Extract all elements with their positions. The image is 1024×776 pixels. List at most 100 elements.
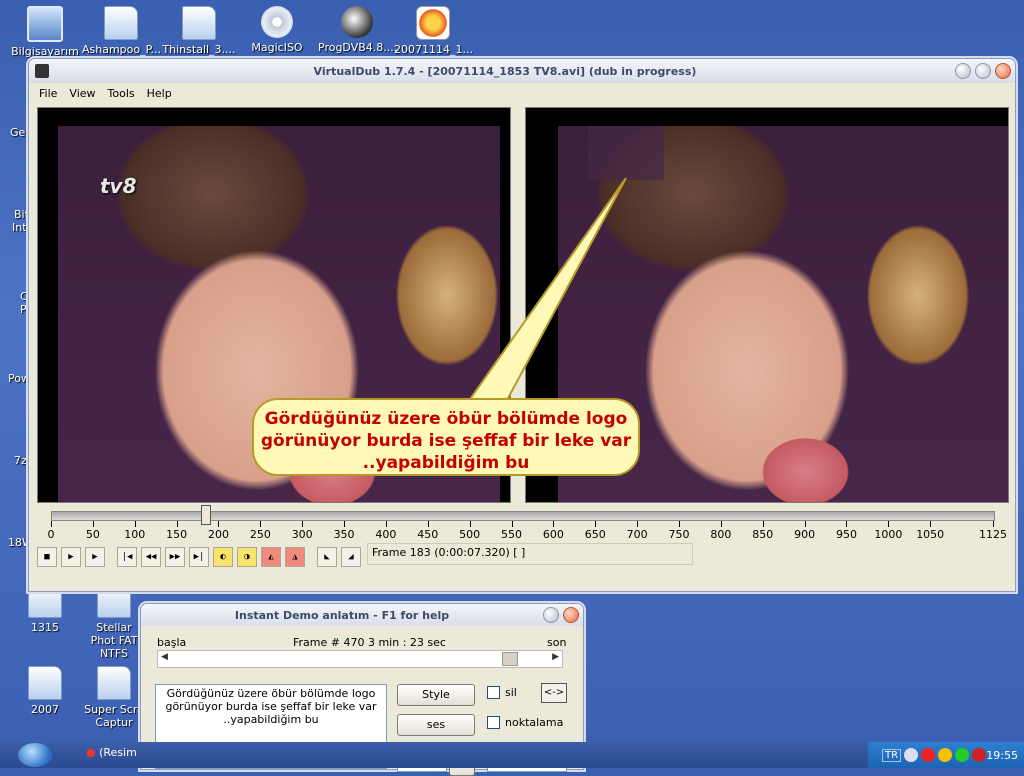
start-button[interactable] bbox=[18, 743, 52, 767]
style-button[interactable]: Style bbox=[397, 684, 475, 706]
scroll-right-icon[interactable]: ▶ bbox=[552, 652, 559, 662]
next-keyframe-button[interactable]: ◑ bbox=[237, 547, 257, 567]
play-output-button[interactable]: ▶ bbox=[85, 547, 105, 567]
ses-button[interactable]: ses bbox=[397, 714, 475, 736]
virtualdub-app-icon[interactable] bbox=[35, 64, 49, 78]
demo-minimize-button[interactable] bbox=[543, 607, 559, 623]
callout-line: görünüyor burda ise şeffaf bir leke var bbox=[260, 431, 632, 451]
go-start-button[interactable]: |◀ bbox=[117, 547, 137, 567]
desktop-icon-label: MagicISO bbox=[251, 41, 303, 54]
caption-line: görünüyor burda ise şeffaf bir leke var bbox=[165, 700, 377, 713]
desktop-icon-label: Stellar Phot FAT NTFS bbox=[90, 621, 138, 660]
timeline-tick-label: 950 bbox=[835, 528, 857, 541]
sil-checkbox[interactable]: sil bbox=[487, 686, 517, 699]
timeline-tick bbox=[993, 521, 994, 527]
frame-info: Frame # 470 3 min : 23 sec bbox=[293, 636, 446, 649]
desktop-icon-video[interactable]: 20071114_1... bbox=[394, 6, 473, 56]
computer-icon bbox=[27, 6, 63, 42]
desktop-label-truncated[interactable]: Ger bbox=[10, 126, 30, 139]
desktop-icon-thinstall[interactable]: Thinstall_3.... bbox=[160, 6, 238, 56]
demo-close-button[interactable] bbox=[563, 607, 579, 623]
desktop-icon-superscreen[interactable]: Super Scre Captur bbox=[84, 666, 144, 729]
step-back-button[interactable]: ◀◀ bbox=[141, 547, 161, 567]
clock[interactable]: 19:55 bbox=[986, 749, 1018, 762]
timeline-tick-label: 650 bbox=[584, 528, 606, 541]
maximize-button[interactable] bbox=[975, 63, 991, 79]
logo-removal-patch bbox=[588, 126, 664, 180]
menu-tools[interactable]: Tools bbox=[102, 87, 141, 100]
stop-button[interactable]: ■ bbox=[37, 547, 57, 567]
desktop-label-truncated[interactable]: 7z bbox=[14, 454, 27, 467]
annotation-callout: Gördüğünüz üzere öbür bölümde logo görün… bbox=[252, 398, 640, 476]
desktop-icon-ashampoo[interactable]: Ashampoo_P... bbox=[82, 6, 162, 56]
timeline-tick bbox=[176, 521, 178, 527]
document-icon bbox=[104, 6, 138, 40]
desktop-icon-label: 20071114_1... bbox=[394, 43, 473, 56]
checkbox-box[interactable] bbox=[487, 686, 500, 699]
timeline-ruler: 0 50 100 150 200 250 300 350 400 450 500 550 600 650 7… bbox=[48, 521, 1007, 545]
end-label: son bbox=[547, 636, 567, 649]
scroll-left-icon[interactable]: ◀ bbox=[161, 652, 168, 662]
minimize-button[interactable] bbox=[955, 63, 971, 79]
timeline-tick-label: 700 bbox=[626, 528, 648, 541]
play-input-button[interactable]: ▶ bbox=[61, 547, 81, 567]
prev-scene-button[interactable]: ◭ bbox=[261, 547, 281, 567]
tray-network-icon[interactable] bbox=[955, 748, 970, 762]
language-indicator[interactable]: TR bbox=[882, 748, 902, 762]
menu-file[interactable]: File bbox=[33, 87, 63, 100]
timeline-track[interactable] bbox=[51, 511, 995, 521]
timeline-tick-label: 100 bbox=[124, 528, 146, 541]
timeline-tick-label: 750 bbox=[668, 528, 690, 541]
demo-position-scrollbar[interactable]: ◀ ▶ bbox=[157, 650, 563, 668]
timeline-tick bbox=[92, 521, 94, 527]
desktop-icon-progdvb[interactable]: ProgDVB4.8.... bbox=[318, 6, 397, 54]
go-end-button[interactable]: ▶| bbox=[189, 547, 209, 567]
desktop-label-truncated[interactable]: Pow bbox=[8, 372, 30, 385]
timeline-tick-label: 50 bbox=[85, 528, 100, 541]
desktop-label-truncated[interactable]: C bbox=[20, 290, 28, 303]
demo-scroll-thumb[interactable] bbox=[502, 652, 518, 666]
menu-view[interactable]: View bbox=[63, 87, 101, 100]
timeline-tick-label: 600 bbox=[542, 528, 564, 541]
desktop-icon-stellar[interactable]: Stellar Phot FAT NTFS bbox=[84, 584, 144, 660]
timeline-tick-label: 250 bbox=[249, 528, 271, 541]
desktop-icon-label: Ashampoo_P... bbox=[82, 43, 162, 56]
checkbox-box[interactable] bbox=[487, 716, 500, 729]
timeline-tick bbox=[595, 521, 597, 527]
noktalama-label: noktalama bbox=[505, 716, 564, 729]
timeline-tick bbox=[846, 521, 848, 527]
timeline-tick bbox=[930, 521, 932, 527]
virtualdub-titlebar[interactable]: VirtualDub 1.7.4 - [20071114_1853 TV8.av… bbox=[29, 59, 1015, 83]
next-scene-button[interactable]: ◮ bbox=[285, 547, 305, 567]
close-button[interactable] bbox=[995, 63, 1011, 79]
timeline-tick bbox=[553, 521, 555, 527]
timeline-tick bbox=[302, 521, 304, 527]
swap-button[interactable]: <-> bbox=[541, 683, 567, 703]
prev-keyframe-button[interactable]: ◐ bbox=[213, 547, 233, 567]
timeline-tick bbox=[51, 521, 52, 527]
mark-out-button[interactable]: ◢ bbox=[341, 547, 361, 567]
desktop-icon-label: 1315 bbox=[31, 621, 59, 634]
desktop-icon-magiciso[interactable]: MagicISO bbox=[238, 6, 316, 54]
timeline-tick-label: 150 bbox=[166, 528, 188, 541]
callout-line: ..yapabildiğim bu bbox=[362, 453, 530, 473]
satellite-icon bbox=[341, 6, 373, 38]
desktop-icon-bilgisayarim[interactable]: Bilgisayarım bbox=[6, 6, 84, 58]
caption-line: ..yapabildiğim bu bbox=[223, 713, 319, 726]
desktop-icon-2007[interactable]: 2007 bbox=[6, 666, 84, 716]
timeline-tick bbox=[720, 521, 722, 527]
timeline-tick bbox=[511, 521, 513, 527]
desktop-icon-label: Thinstall_3.... bbox=[162, 43, 236, 56]
mark-in-button[interactable]: ◣ bbox=[317, 547, 337, 567]
noktalama-checkbox[interactable]: noktalama bbox=[487, 716, 563, 729]
tray-stop-icon[interactable] bbox=[921, 748, 936, 762]
tray-app-icon[interactable] bbox=[938, 748, 953, 762]
menu-help[interactable]: Help bbox=[141, 87, 178, 100]
tray-media-icon[interactable] bbox=[972, 748, 987, 762]
taskbar-item[interactable]: ● (Resim bbox=[86, 746, 137, 759]
step-forward-button[interactable]: ▶▶ bbox=[165, 547, 185, 567]
callout-line: Gördüğünüz üzere öbür bölümde logo bbox=[264, 409, 628, 429]
demo-titlebar[interactable]: Instant Demo anlatım - F1 for help bbox=[141, 604, 583, 626]
virtualdub-window[interactable]: VirtualDub 1.7.4 - [20071114_1853 TV8.av… bbox=[28, 58, 1016, 592]
tray-arrow-icon[interactable] bbox=[904, 748, 919, 762]
